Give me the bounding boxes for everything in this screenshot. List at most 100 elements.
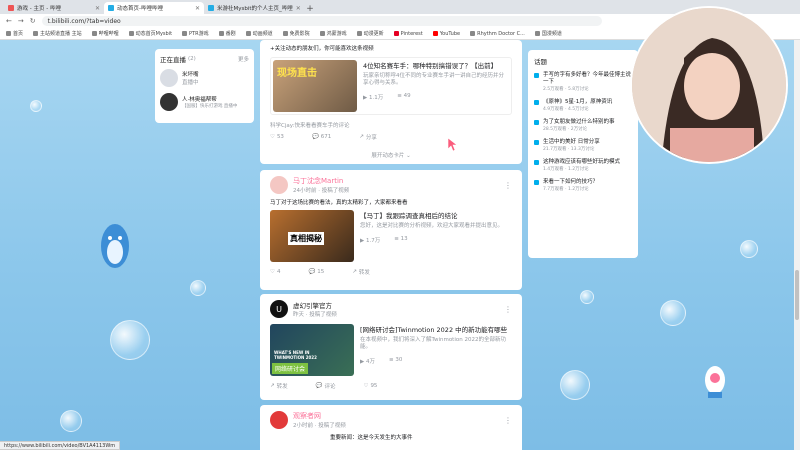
bubble-decoration	[110, 320, 150, 360]
topic-icon	[534, 120, 539, 125]
topics-panel: 话题 手写的字有多好看？今年最佳博主说一下 2.5万观看 · 5.8万讨论 《原神…	[528, 50, 638, 258]
more-icon[interactable]: ⋮	[504, 305, 512, 314]
comment-count: 671	[320, 134, 332, 140]
scrollbar[interactable]	[794, 40, 800, 450]
bookmark-item[interactable]: 首页	[6, 30, 23, 37]
comment-button[interactable]: 💬 评论	[316, 382, 336, 390]
tab-3[interactable]: 米游社Mysbit的个人主页_哔哩 ✕	[204, 2, 304, 14]
more-link[interactable]: 更多	[238, 55, 249, 63]
topics-title: 话题	[534, 58, 547, 66]
author-name[interactable]: 马丁沈念Martin	[293, 176, 349, 186]
live-item[interactable]: 米坏嘴 直播中	[160, 69, 249, 87]
bookmark-item[interactable]: 主站频道直播 主站	[33, 30, 82, 37]
live-sub: 直播中	[182, 80, 199, 86]
back-icon[interactable]: ←	[6, 17, 12, 25]
topic-item[interactable]: 这种游戏应该有哪些好玩的模式 1.4万观看 · 1.2万讨论	[534, 159, 632, 172]
comment-preview[interactable]: 科学Cjay:快来看看赛车手的评论	[270, 121, 512, 129]
like-button[interactable]: ♡ 4	[270, 269, 280, 275]
close-icon[interactable]: ✕	[95, 5, 100, 12]
bookmark-label: 首页	[13, 31, 24, 37]
reload-icon[interactable]: ↻	[30, 17, 36, 25]
unreal-logo-icon[interactable]: U	[270, 300, 288, 318]
video-embed[interactable]: 现场直击 4位知名赛车手：哪种特别搞错误了？【出前】 玩家亲切称呼4位不同的专业…	[270, 57, 512, 115]
bookmark-item[interactable]: 国漫频道	[534, 30, 562, 37]
bookmark-item[interactable]: 番剧	[218, 30, 236, 37]
bookmark-item[interactable]: YouTube	[432, 31, 460, 37]
more-icon[interactable]: ⋮	[504, 181, 512, 190]
comment-button[interactable]: 💬 15	[308, 269, 324, 275]
danmaku-count-value: 30	[395, 357, 403, 363]
avatar[interactable]	[270, 176, 288, 194]
video-embed[interactable]: 真相揭秘 【马丁】我跟踪调查真相后的结论 您好，这是对比赛的分析视频，欢迎大家观…	[270, 210, 512, 262]
tab-2[interactable]: 动态首页-哔哩哔哩 ✕	[104, 2, 204, 14]
bubble-decoration	[60, 410, 82, 432]
bookmark-item[interactable]: 动漫更新	[356, 30, 384, 37]
bookmark-icon	[6, 31, 11, 36]
video-title[interactable]: 【马丁】我跟踪调查真相后的结论	[360, 210, 512, 220]
video-title[interactable]: [网络研讨会]Twinmotion 2022 中的新功能有哪些	[360, 324, 512, 334]
more-icon[interactable]: ⋮	[504, 416, 512, 425]
topic-stats: 2.5万观看 · 5.8万讨论	[543, 87, 589, 92]
topic-icon	[534, 100, 539, 105]
live-name: 人·林奥福帮帮	[182, 97, 217, 103]
bookmark-item[interactable]: 哔哩哔哩	[91, 30, 119, 37]
thumbnail-banner: WHAT'S NEW IN TWINMOTION 2022	[274, 350, 317, 360]
topic-item[interactable]: 来看一下如何的技巧？ 7.7万观看 · 1.2万讨论	[534, 179, 632, 192]
avatar	[160, 69, 178, 87]
bookmark-item[interactable]: 鸿蒙游戏	[319, 30, 347, 37]
topic-item[interactable]: 手写的字有多好看？今年最佳博主说一下 2.5万观看 · 5.8万讨论	[534, 72, 632, 92]
bookmark-item[interactable]: Rhythm Doctor C...	[470, 31, 525, 37]
new-tab-button[interactable]: +	[304, 4, 316, 14]
bookmark-item[interactable]: 动态首页Mysbit	[128, 30, 172, 37]
share-label: 转发	[276, 384, 288, 390]
tab-title: 米游社Mysbit的个人主页_哔哩	[217, 6, 293, 12]
share-button[interactable]: ↗ 分享	[359, 133, 377, 141]
bookmark-label: 主站频道直播 主站	[40, 31, 82, 37]
share-button[interactable]: ↗ 转发	[270, 382, 288, 390]
topic-title: 这种游戏应该有哪些好玩的模式	[543, 159, 621, 165]
thumbnail-caption: 真相揭秘	[288, 232, 324, 245]
expand-button[interactable]: 展开动态卡片 ⌄	[270, 151, 512, 159]
bookmark-item[interactable]: 动画频道	[245, 30, 273, 37]
tab-1[interactable]: 游戏 - 主页 - 哔哩 ✕	[4, 2, 104, 14]
author-name[interactable]: 虚幻引擎官方	[293, 300, 337, 310]
topic-item[interactable]: 《原神》5星·1月，原神资讯 4.9万观看 · 4.5万讨论	[534, 99, 632, 112]
live-item[interactable]: 人·林奥福帮帮 【国服】快乐打游戏 直播中	[160, 93, 249, 111]
close-icon[interactable]: ✕	[195, 5, 200, 12]
bookmark-item[interactable]: 免费影院	[282, 30, 310, 37]
bookmark-label: 番剧	[225, 31, 236, 37]
like-button[interactable]: ♡ 53	[270, 134, 284, 140]
streamer-avatar-icon	[632, 8, 786, 162]
video-embed[interactable]: WHAT'S NEW IN TWINMOTION 2022 网络研讨会 [网络研…	[270, 324, 512, 376]
video-thumbnail[interactable]: 现场直击	[273, 60, 357, 112]
play-count-value: 1.1万	[368, 95, 384, 101]
comment-icon: 💬	[308, 269, 316, 275]
bilibili-icon	[108, 5, 114, 11]
comment-button[interactable]: 💬 671	[312, 134, 331, 140]
topic-item[interactable]: 为了女朋友做过什么特别的事 28.5万观看 · 2万讨论	[534, 119, 632, 132]
topic-item[interactable]: 生活中的美好 日常分享 21.7万观看 · 13.3万讨论	[534, 139, 632, 152]
avatar[interactable]	[270, 411, 288, 429]
share-button[interactable]: ↗ 转发	[352, 268, 370, 276]
feed-card: 马丁沈念Martin 24小时前 · 投稿了视频 ⋮ 马丁对于这场比赛的看法，真…	[260, 170, 522, 290]
video-title[interactable]: 4位知名赛车手：哪种特别搞错误了？【出前】	[363, 60, 509, 70]
bookmark-label: 动漫更新	[363, 31, 384, 37]
video-thumbnail[interactable]: 真相揭秘	[270, 210, 354, 262]
video-desc: 您好，这是对比赛的分析视频，欢迎大家观看并提出意见。	[360, 223, 504, 229]
danmaku-count: ≡ 13	[394, 236, 408, 242]
scrollbar-thumb[interactable]	[795, 270, 799, 320]
bookmark-icon	[282, 31, 288, 36]
close-icon[interactable]: ✕	[296, 5, 301, 12]
bookmark-item[interactable]: PTR游戏	[182, 30, 209, 37]
thumbnail-caption: 现场直击	[277, 68, 317, 79]
bookmark-item[interactable]: Pinterest	[393, 31, 423, 37]
url-field[interactable]: t.bilibili.com/?tab=video	[41, 16, 602, 26]
author-name[interactable]: 观察者网	[293, 411, 346, 421]
like-button[interactable]: ♡ 95	[364, 383, 378, 389]
video-desc: 玩家亲切称呼4位不同的专业赛车手讲一讲自己的经历并分享心得与关系。	[363, 73, 505, 86]
video-thumbnail[interactable]: WHAT'S NEW IN TWINMOTION 2022 网络研讨会	[270, 324, 354, 376]
feed-card: +关注动态的朋友们，你可能喜欢这条视频 现场直击 4位知名赛车手：哪种特别搞错误…	[260, 40, 522, 164]
bookmark-icon	[91, 31, 97, 36]
bookmark-icon	[319, 31, 325, 36]
forward-icon[interactable]: →	[18, 17, 24, 25]
